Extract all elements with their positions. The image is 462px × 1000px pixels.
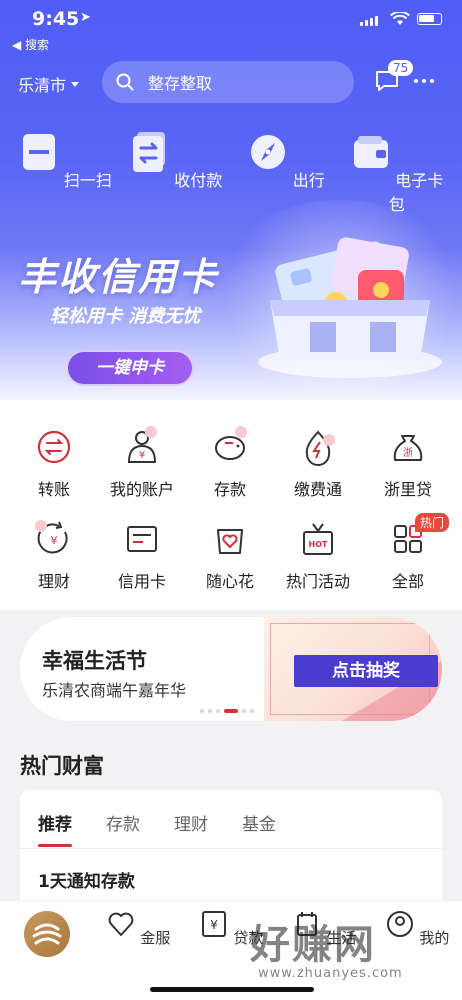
svg-text:¥: ¥ — [139, 450, 145, 461]
promo-subtitle: 乐清农商端午嘉年华 — [42, 681, 187, 700]
account-icon: ¥ — [123, 426, 161, 466]
wifi-icon — [390, 12, 410, 25]
tab-home[interactable] — [24, 911, 70, 957]
function-credit-card[interactable]: 信用卡 — [96, 520, 188, 592]
credit-card-box-illustration — [258, 237, 442, 378]
search-icon — [116, 73, 134, 91]
function-suixinhua[interactable]: 随心花 — [184, 520, 276, 592]
gift-hot-icon: HOT — [299, 520, 337, 558]
tab-deposit[interactable]: 存款 — [106, 810, 140, 835]
quick-label: 电子卡包 — [388, 171, 444, 214]
status-time: 9:45 — [32, 8, 80, 30]
tab-fund[interactable]: 基金 — [242, 810, 276, 835]
search-placeholder: 整存整取 — [148, 74, 213, 93]
function-label: 信用卡 — [117, 572, 166, 591]
payment-icon — [133, 132, 166, 172]
quick-payment-button[interactable]: 收付款 — [126, 130, 226, 215]
function-label: 转账 — [37, 480, 70, 499]
function-label: 缴费通 — [293, 480, 342, 499]
function-zheli-loan[interactable]: 浙 浙里贷 — [362, 428, 454, 500]
watermark-text: 好赚网 — [250, 922, 376, 968]
svg-text:HOT: HOT — [309, 540, 328, 549]
piggy-bank-icon — [211, 426, 249, 466]
banner-subtitle: 轻松用卡 消费无忧 — [50, 306, 201, 327]
quick-label: 收付款 — [174, 171, 223, 190]
city-label: 乐清市 — [18, 76, 67, 95]
message-count-badge: 75 — [388, 60, 414, 76]
function-deposit[interactable]: 存款 — [184, 426, 276, 500]
hot-wealth-card: 推荐 存款 理财 基金 1天通知存款 — [20, 790, 442, 910]
function-wealth[interactable]: ¥ 理财 — [8, 520, 100, 592]
loan-bag-icon: 浙 — [389, 428, 427, 466]
function-hot-activities[interactable]: HOT 热门活动 — [272, 520, 364, 592]
divider — [20, 848, 442, 849]
more-menu-button[interactable] — [414, 79, 434, 83]
yuan-doc-icon: ¥ — [201, 911, 226, 937]
compass-icon — [250, 135, 285, 169]
scan-icon — [22, 134, 55, 170]
promo-title: 幸福生活节 — [42, 649, 147, 673]
signal-icon — [360, 16, 378, 26]
product-item[interactable]: 1天通知存款 — [38, 867, 135, 892]
tab-label: 我的 — [419, 929, 450, 947]
heart-bag-icon — [211, 520, 249, 558]
function-label: 热门活动 — [285, 572, 350, 591]
tab-wealth[interactable]: 理财 — [174, 810, 208, 835]
quick-label: 出行 — [292, 171, 325, 190]
function-label: 我的账户 — [109, 480, 174, 499]
watermark-url: www.zhuanyes.com — [258, 966, 403, 981]
function-label: 全部 — [391, 572, 424, 591]
tab-me[interactable]: 我的 — [377, 909, 457, 948]
hot-badge: 热门 — [415, 513, 450, 532]
quick-actions: 扫一扫 收付款 出行 电子卡包 — [0, 130, 462, 215]
search-bar[interactable]: 整存整取 — [102, 61, 354, 103]
function-bill-pay[interactable]: 缴费通 — [272, 428, 364, 500]
quick-wallet-button[interactable]: 电子卡包 — [347, 130, 447, 215]
credit-card-icon — [123, 520, 161, 558]
caret-down-icon — [71, 81, 80, 87]
function-my-account[interactable]: ¥ 我的账户 — [96, 426, 188, 500]
quick-travel-button[interactable]: 出行 — [236, 130, 336, 215]
heart-icon — [108, 912, 133, 936]
apply-card-button[interactable]: 一键申卡 — [66, 350, 194, 386]
wallet-icon — [354, 136, 389, 168]
status-bar: 9:45 ➤ — [0, 0, 462, 36]
profile-icon — [386, 911, 413, 937]
bill-pay-icon — [299, 428, 337, 466]
wealth-icon: ¥ — [35, 520, 73, 558]
back-to-search-link[interactable]: ◀ 搜索 — [12, 36, 49, 53]
tab-financial-services[interactable]: 金服 — [98, 909, 178, 948]
message-button[interactable]: 75 — [374, 60, 414, 92]
bottom-tab-bar: 金服 ¥ 贷款 生活 我的 — [0, 900, 462, 1000]
hot-wealth-title: 热门财富 — [20, 754, 104, 778]
function-transfer[interactable]: 转账 — [8, 428, 100, 500]
lottery-button[interactable]: 点击抽奖 — [294, 655, 438, 687]
transfer-icon — [35, 428, 73, 466]
banner-title: 丰收信用卡 — [18, 255, 219, 299]
carousel-indicator — [200, 709, 254, 713]
function-label: 理财 — [37, 572, 70, 591]
function-label: 浙里贷 — [383, 480, 432, 499]
battery-icon — [417, 13, 442, 25]
function-label: 随心花 — [205, 572, 254, 591]
home-indicator[interactable] — [150, 987, 314, 992]
quick-scan-button[interactable]: 扫一扫 — [15, 130, 115, 215]
quick-label: 扫一扫 — [63, 171, 112, 190]
function-label: 存款 — [213, 480, 246, 499]
promo-banner[interactable]: 幸福生活节 乐清农商端午嘉年华 点击抽奖 — [20, 617, 442, 721]
wealth-tabs: 推荐 存款 理财 基金 — [38, 810, 276, 847]
tab-recommended[interactable]: 推荐 — [38, 810, 72, 847]
location-arrow-icon: ➤ — [80, 10, 91, 25]
svg-text:浙: 浙 — [403, 447, 413, 459]
home-logo-icon — [32, 923, 62, 945]
svg-text:¥: ¥ — [210, 918, 218, 932]
tab-label: 金服 — [140, 929, 171, 947]
city-selector[interactable]: 乐清市 — [18, 72, 80, 96]
svg-text:¥: ¥ — [51, 534, 58, 547]
